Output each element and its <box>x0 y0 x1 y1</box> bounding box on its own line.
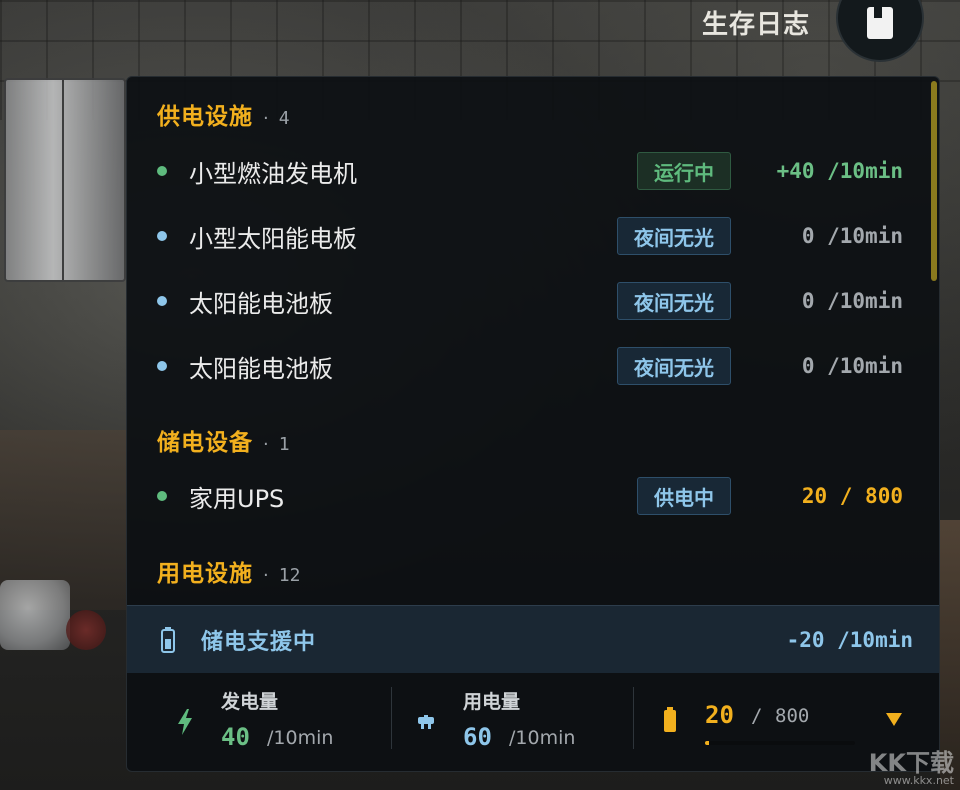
consumption-value: 60 <box>463 723 492 751</box>
generation-unit: /10min <box>267 727 334 749</box>
device-name: 家用UPS <box>189 484 285 513</box>
lightning-icon <box>178 709 192 735</box>
section-count: 4 <box>278 108 290 129</box>
sink <box>0 580 70 650</box>
storage-value: 20 <box>705 701 734 729</box>
section-header-consumers: 用电设施 · 12 <box>157 554 300 588</box>
survival-journal-title: 生存日志 <box>701 10 810 40</box>
storage-progress-fill <box>705 741 709 745</box>
section-header-power-supply: 供电设施 · 4 <box>157 97 290 131</box>
power-stats-footer: 发电量 40 /10min 用电量 60 /10min 20 / 800 <box>127 673 939 771</box>
scrollbar[interactable] <box>931 81 937 281</box>
status-badge: 夜间无光 <box>617 282 731 320</box>
device-row[interactable]: 家用UPS 供电中 20 / 800 <box>157 476 903 516</box>
section-count: 12 <box>278 565 301 586</box>
status-badge: 运行中 <box>637 152 731 190</box>
watermark-text: KK下载 <box>868 749 954 777</box>
status-dot <box>157 361 167 371</box>
section-header-storage: 储电设备 · 1 <box>157 423 290 457</box>
status-dot <box>157 296 167 306</box>
battery-icon <box>161 626 175 653</box>
plug-icon <box>418 715 434 729</box>
power-panel: 供电设施 · 4 小型燃油发电机 运行中 +40 /10min 小型太阳能电板 … <box>126 76 940 772</box>
device-output: +40 /10min <box>776 159 903 183</box>
plunger <box>66 610 106 650</box>
section-count: 1 <box>278 434 290 455</box>
device-name: 小型太阳能电板 <box>189 224 357 253</box>
battery-icon <box>664 707 676 732</box>
storage-progress-bar <box>705 741 855 745</box>
device-output: 0 /10min <box>801 289 903 313</box>
storage-max: 800 <box>775 705 810 727</box>
device-row[interactable]: 太阳能电池板 夜间无光 0 /10min <box>157 346 903 386</box>
device-charge: 20 / 800 <box>801 484 903 508</box>
consumption-label: 用电量 <box>463 691 521 713</box>
watermark: KK下载 www.kkx.net <box>869 751 954 786</box>
support-label: 储电支援中 <box>201 629 317 655</box>
storage-support-bar: 储电支援中 -20 /10min <box>127 605 939 673</box>
device-name: 太阳能电池板 <box>189 354 333 383</box>
device-output: 0 /10min <box>801 224 903 248</box>
section-title: 用电设施 <box>157 561 253 587</box>
refrigerator <box>4 78 126 282</box>
separator-dot: · <box>263 565 269 586</box>
device-row[interactable]: 太阳能电池板 夜间无光 0 /10min <box>157 281 903 321</box>
storage-separator: / <box>751 705 763 727</box>
book-icon <box>867 7 893 39</box>
status-dot <box>157 166 167 176</box>
generation-stat: 发电量 40 /10min <box>127 673 391 771</box>
device-name: 小型燃油发电机 <box>189 159 357 188</box>
expand-triangle-icon[interactable] <box>885 711 903 727</box>
status-dot <box>157 491 167 501</box>
section-title: 供电设施 <box>157 104 253 130</box>
support-value: -20 /10min <box>786 627 913 652</box>
device-row[interactable]: 小型太阳能电板 夜间无光 0 /10min <box>157 216 903 256</box>
generation-value: 40 <box>221 723 250 751</box>
separator-dot: · <box>263 434 269 455</box>
consumption-unit: /10min <box>509 727 576 749</box>
generation-label: 发电量 <box>221 691 279 713</box>
consumption-stat: 用电量 60 /10min <box>391 673 633 771</box>
section-title: 储电设备 <box>157 430 253 456</box>
power-device-list[interactable]: 供电设施 · 4 小型燃油发电机 运行中 +40 /10min 小型太阳能电板 … <box>127 77 939 605</box>
device-name: 太阳能电池板 <box>189 289 333 318</box>
device-row[interactable]: 小型燃油发电机 运行中 +40 /10min <box>157 151 903 191</box>
status-dot <box>157 231 167 241</box>
device-output: 0 /10min <box>801 354 903 378</box>
separator-dot: · <box>263 108 269 129</box>
status-badge: 夜间无光 <box>617 347 731 385</box>
status-badge: 供电中 <box>637 477 731 515</box>
status-badge: 夜间无光 <box>617 217 731 255</box>
